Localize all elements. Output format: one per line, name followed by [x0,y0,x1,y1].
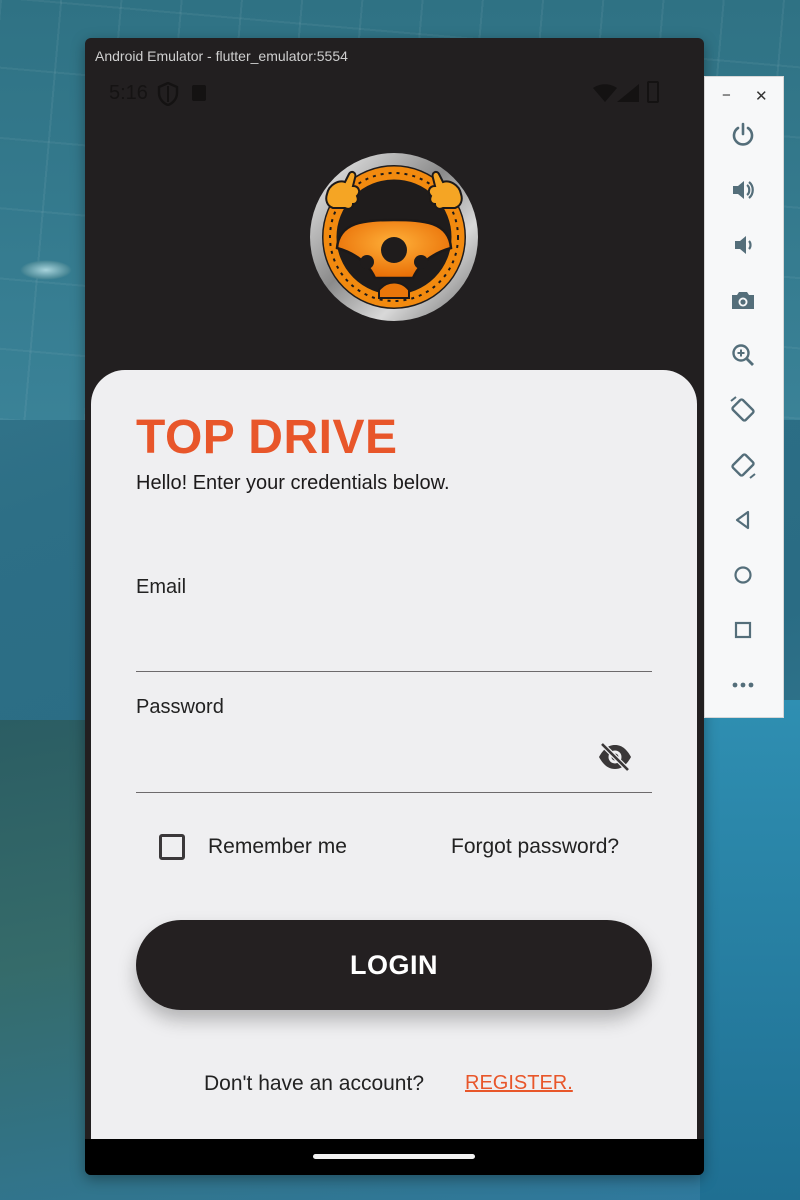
volume-down-icon[interactable] [727,229,759,261]
ceiling-light [20,260,72,280]
minimize-button[interactable]: − [722,87,731,104]
login-button[interactable]: LOGIN [136,920,652,1010]
remember-me-label: Remember me [208,835,347,858]
no-account-text: Don't have an account? [204,1072,424,1095]
signal-icon [617,84,639,102]
navigation-bar [85,1139,704,1175]
visibility-off-icon[interactable] [597,742,633,772]
subtitle: Hello! Enter your credentials below. [136,472,450,494]
more-icon[interactable] [727,669,759,701]
brand-title: TOP DRIVE [136,411,398,464]
home-gesture-pill[interactable] [313,1154,475,1159]
status-time: 5:16 [109,82,148,104]
forgot-password-link[interactable]: Forgot password? [451,835,619,859]
desktop-background-right [700,700,800,1200]
email-label: Email [136,576,187,598]
notification-icon [192,85,206,101]
home-icon[interactable] [727,559,759,591]
wifi-icon [593,84,617,102]
password-field[interactable] [136,753,652,793]
register-link[interactable]: REGISTER. [465,1072,573,1095]
shield-icon [157,82,179,106]
emulator-toolbar: − ✕ [704,76,784,718]
power-icon[interactable] [727,119,759,151]
overview-icon[interactable] [727,614,759,646]
camera-icon[interactable] [727,284,759,316]
rotate-left-icon[interactable] [727,394,759,426]
volume-up-icon[interactable] [727,174,759,206]
password-label: Password [136,696,224,718]
emulator-window: Android Emulator - flutter_emulator:5554… [85,38,704,1175]
login-card: TOP DRIVE Hello! Enter your credentials … [91,370,697,1150]
battery-icon [647,81,659,103]
window-title: Android Emulator - flutter_emulator:5554 [95,48,348,64]
status-bar: 5:16 [85,78,704,108]
remember-me-checkbox[interactable] [159,834,185,860]
back-icon[interactable] [727,504,759,536]
rotate-right-icon[interactable] [727,449,759,481]
close-button[interactable]: ✕ [755,87,768,105]
steering-wheel-logo [310,153,478,321]
zoom-in-icon[interactable] [727,339,759,371]
email-field[interactable] [136,632,652,672]
